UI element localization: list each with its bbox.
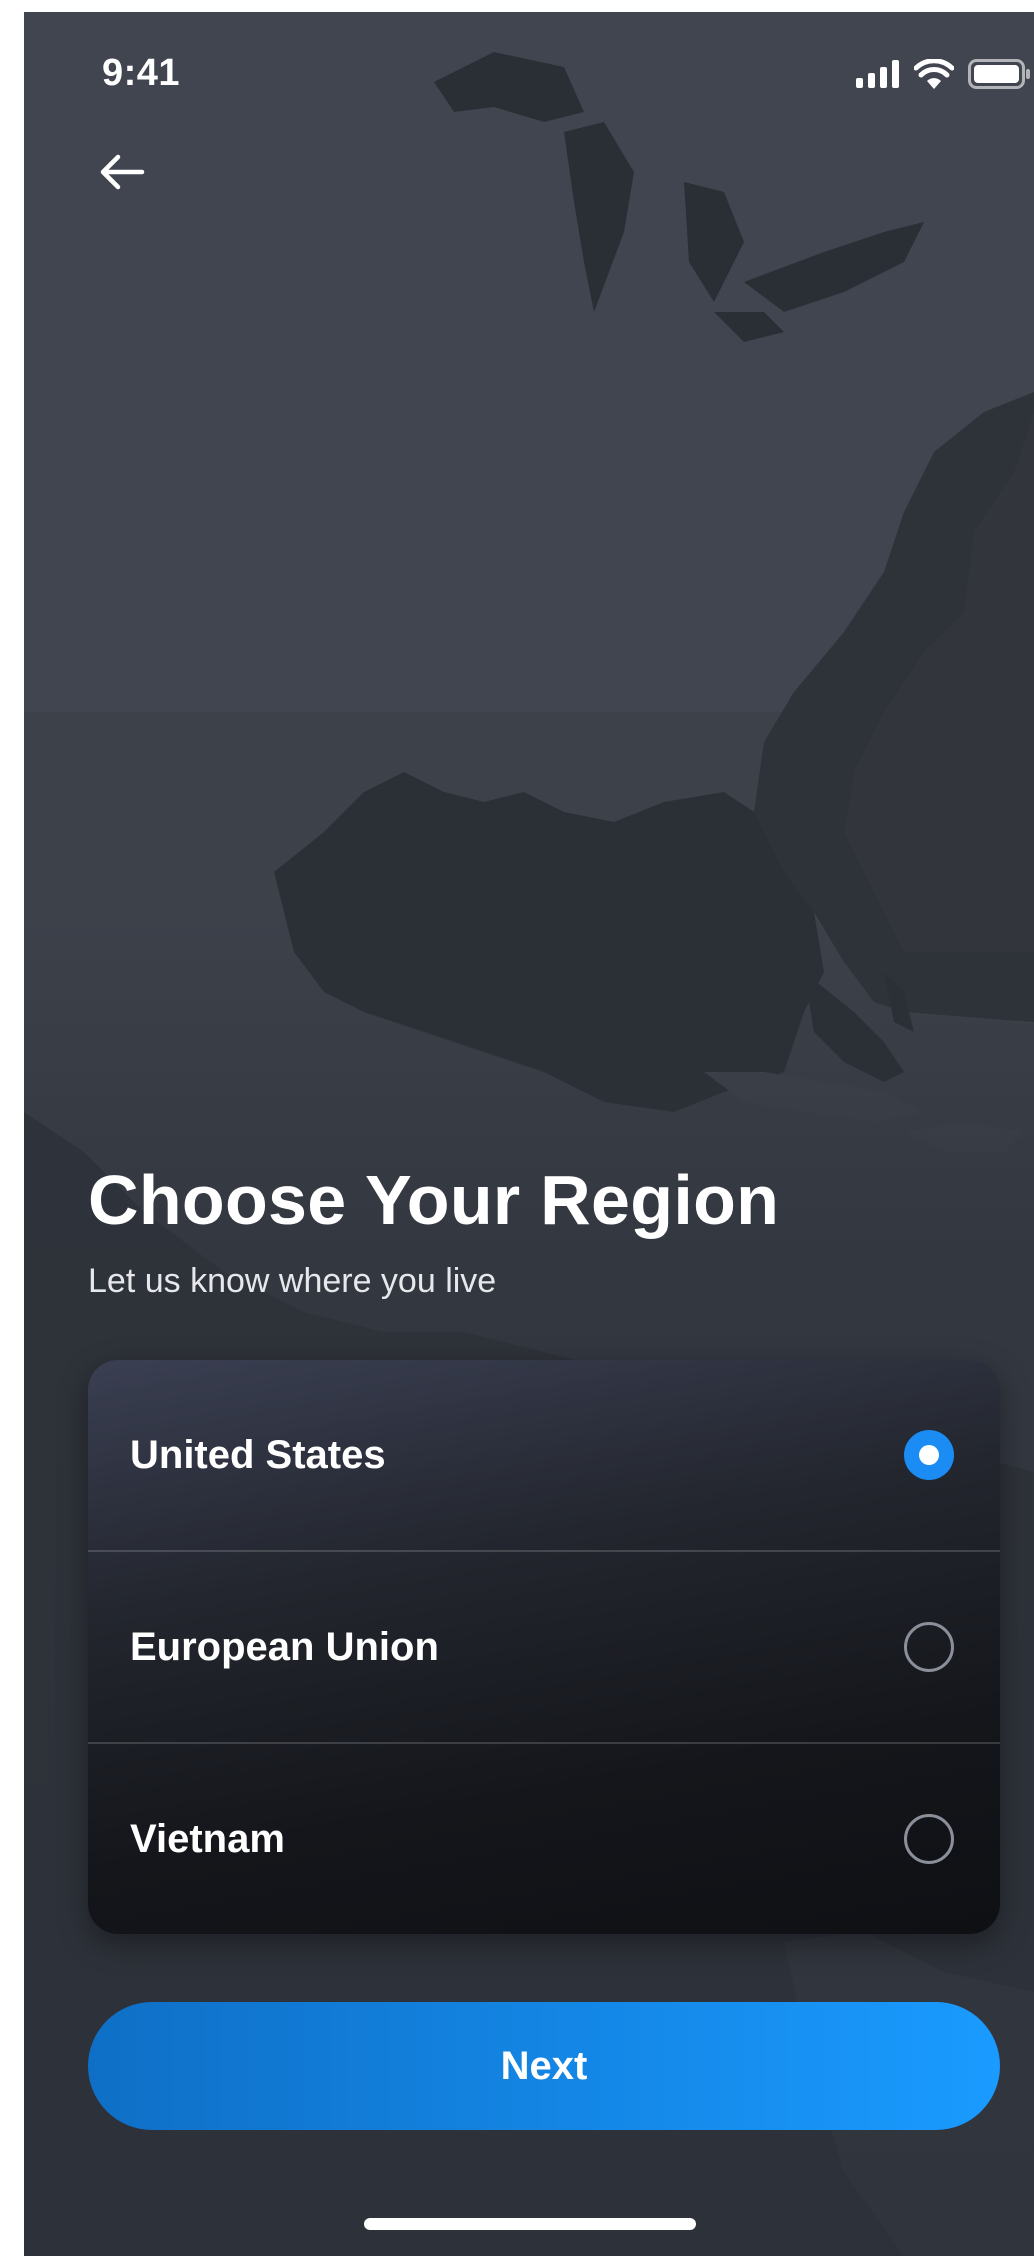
region-option-united-states[interactable]: United States bbox=[88, 1360, 1000, 1550]
battery-icon bbox=[968, 59, 1030, 89]
title-block: Choose Your Region Let us know where you… bbox=[88, 1160, 779, 1301]
radio-unselected-icon[interactable] bbox=[904, 1814, 954, 1864]
cellular-signal-icon bbox=[856, 60, 899, 88]
radio-unselected-icon[interactable] bbox=[904, 1622, 954, 1672]
status-icons bbox=[856, 56, 1030, 92]
phone-screen: 9:41 Choose Your Region Let us know wher… bbox=[24, 12, 1034, 2256]
page-title: Choose Your Region bbox=[88, 1161, 780, 1239]
next-button[interactable]: Next bbox=[88, 2002, 1000, 2130]
region-option-european-union[interactable]: European Union bbox=[88, 1552, 1000, 1742]
status-bar: 9:41 bbox=[24, 12, 1034, 122]
region-option-label: European Union bbox=[130, 1624, 439, 1669]
region-option-label: United States bbox=[130, 1432, 386, 1477]
home-indicator bbox=[364, 2218, 696, 2230]
radio-selected-icon[interactable] bbox=[904, 1430, 954, 1480]
wifi-icon bbox=[914, 59, 954, 89]
region-list: United States European Union Vietnam bbox=[88, 1360, 1000, 1934]
region-option-label: Vietnam bbox=[130, 1816, 285, 1861]
status-time: 9:41 bbox=[102, 52, 181, 94]
back-button[interactable] bbox=[92, 142, 152, 202]
page-subtitle: Let us know where you live bbox=[88, 1262, 497, 1300]
arrow-left-icon bbox=[100, 154, 145, 190]
region-option-vietnam[interactable]: Vietnam bbox=[88, 1744, 1000, 1934]
